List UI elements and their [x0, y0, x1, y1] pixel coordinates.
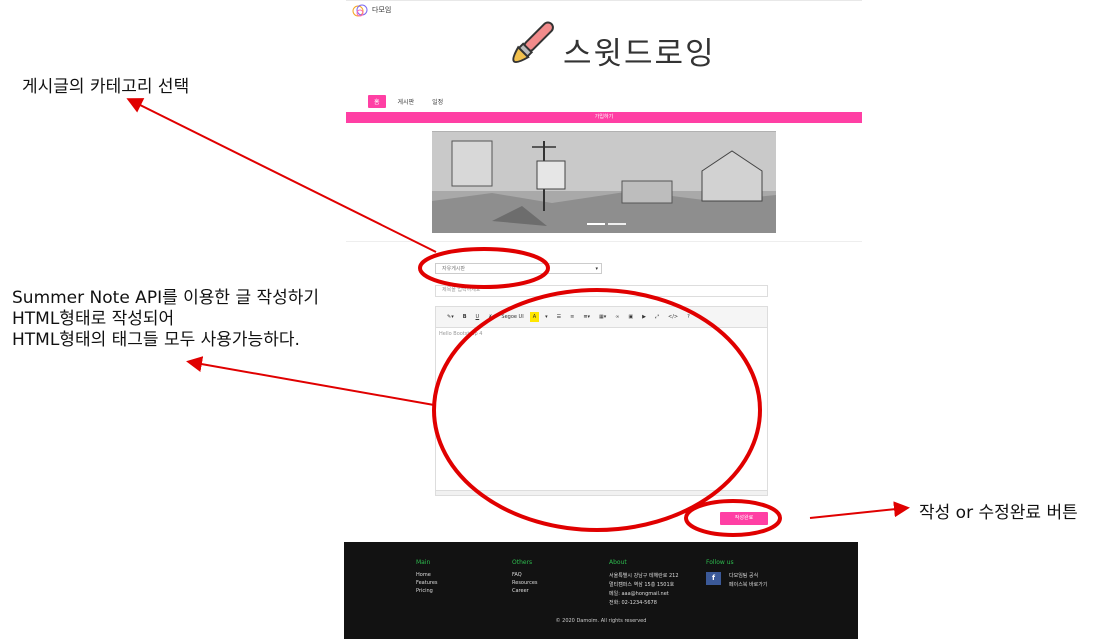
footer-link[interactable]: FAQ [512, 572, 538, 578]
bold-icon[interactable]: B [460, 312, 470, 322]
arrow-editor [186, 356, 435, 406]
footer-about-heading: About [609, 559, 627, 566]
footer-text[interactable]: 페이스북 바로가기 [729, 581, 767, 588]
nav-board[interactable]: 게시판 [392, 95, 421, 108]
editor-toolbar: ✎▾ B U ✗ Segoe UI A ▾ ☰ ≡ ≣▾ ▦▾ ∞ ▣ ▶ ⤢ … [436, 307, 767, 328]
help-icon[interactable]: ? [684, 312, 693, 322]
nav-schedule[interactable]: 일정 [426, 95, 449, 108]
chevron-down-icon: ▾ [595, 266, 598, 272]
footer: Main Home Features Pricing Others FAQ Re… [344, 542, 858, 639]
annotation-submit: 작성 or 수정완료 버튼 [919, 503, 1078, 523]
annotation-editor-line: HTML형태로 작성되어 [12, 309, 175, 329]
facebook-icon[interactable]: f [706, 572, 721, 585]
banner-image [432, 131, 776, 233]
footer-about: About 서울특별시 강남구 테헤란로 212 멀티캠퍼스 역삼 15층 15… [609, 559, 679, 608]
logo-text: 다모임 [372, 6, 392, 14]
title-placeholder: 제목을 입력하세요 [442, 287, 481, 293]
footer-others: Others FAQ Resources Career [512, 559, 538, 596]
footer-link[interactable]: Features [416, 580, 438, 586]
section-divider [346, 241, 862, 242]
logo-icon [352, 3, 368, 17]
footer-text: 전화: 02-1234-5678 [609, 600, 657, 606]
font-name-select[interactable]: Segoe UI [498, 312, 526, 322]
link-icon[interactable]: ∞ [612, 312, 622, 322]
unordered-list-icon[interactable]: ☰ [554, 312, 564, 322]
page-title: 스윗드로잉 [563, 35, 716, 72]
fullscreen-icon[interactable]: ⤢ [652, 312, 662, 322]
code-view-icon[interactable]: </> [665, 312, 681, 322]
footer-follow-heading: Follow us [706, 559, 734, 566]
nav-home[interactable]: 홈 [368, 94, 386, 108]
footer-link[interactable]: Resources [512, 580, 538, 586]
eraser-icon[interactable]: ✗ [485, 312, 495, 322]
footer-main-heading: Main [416, 559, 431, 566]
top-border [346, 0, 862, 1]
annotation-editor-line: Summer Note API를 이용한 글 작성하기 [12, 288, 320, 308]
picture-icon[interactable]: ▣ [625, 312, 636, 322]
editor-body[interactable]: Hello Bootstrap 4 [439, 331, 482, 337]
footer-text: 서울특별시 강남구 테헤란로 212 [609, 573, 679, 579]
site-logo[interactable]: 다모임 [352, 2, 391, 18]
title-input[interactable]: 제목을 입력하세요 [435, 285, 768, 297]
table-icon[interactable]: ▦▾ [596, 312, 609, 322]
ordered-list-icon[interactable]: ≡ [567, 312, 577, 322]
annotation-category: 게시글의 카테고리 선택 [22, 77, 190, 97]
magic-icon[interactable]: ✎▾ [444, 312, 457, 322]
annotation-editor: Summer Note API를 이용한 글 작성하기 HTML형태로 작성되어… [12, 288, 319, 351]
paintbrush-icon [495, 19, 557, 81]
paragraph-icon[interactable]: ≣▾ [580, 312, 593, 322]
footer-text[interactable]: 다모임팀 공식 [729, 572, 767, 579]
footer-text: 멀티캠퍼스 역삼 15층 1501호 [609, 582, 675, 588]
footer-text: 메일: aaa@hongmail.net [609, 591, 669, 597]
signup-bar[interactable]: 가입하기 [346, 112, 862, 123]
summernote-editor[interactable]: ✎▾ B U ✗ Segoe UI A ▾ ☰ ≡ ≣▾ ▦▾ ∞ ▣ ▶ ⤢ … [435, 306, 768, 496]
footer-others-heading: Others [512, 559, 533, 566]
category-select[interactable]: 자유게시판 ▾ [435, 263, 602, 274]
footer-link[interactable]: Home [416, 572, 438, 578]
highlight-color-icon[interactable]: A [529, 312, 540, 322]
annotation-editor-line: HTML형태의 태그들 모두 사용가능하다. [12, 330, 300, 350]
video-icon[interactable]: ▶ [639, 312, 649, 322]
editor-resize-handle[interactable] [436, 490, 767, 495]
category-selected-value: 자유게시판 [442, 266, 466, 272]
submit-button[interactable]: 작성완료 [720, 512, 768, 525]
chevron-down-icon[interactable]: ▾ [542, 312, 551, 322]
footer-follow: Follow us f 다모임팀 공식 페이스북 바로가기 [706, 559, 767, 590]
footer-link[interactable]: Pricing [416, 588, 438, 594]
footer-link[interactable]: Career [512, 588, 538, 594]
main-nav: 홈 게시판 일정 [368, 94, 449, 108]
page-header: 스윗드로잉 [495, 20, 716, 80]
footer-main: Main Home Features Pricing [416, 559, 438, 596]
underline-icon[interactable]: U [473, 312, 483, 322]
arrow-submit [809, 501, 910, 519]
copyright: © 2020 Damoim. All rights reserved [555, 618, 647, 624]
